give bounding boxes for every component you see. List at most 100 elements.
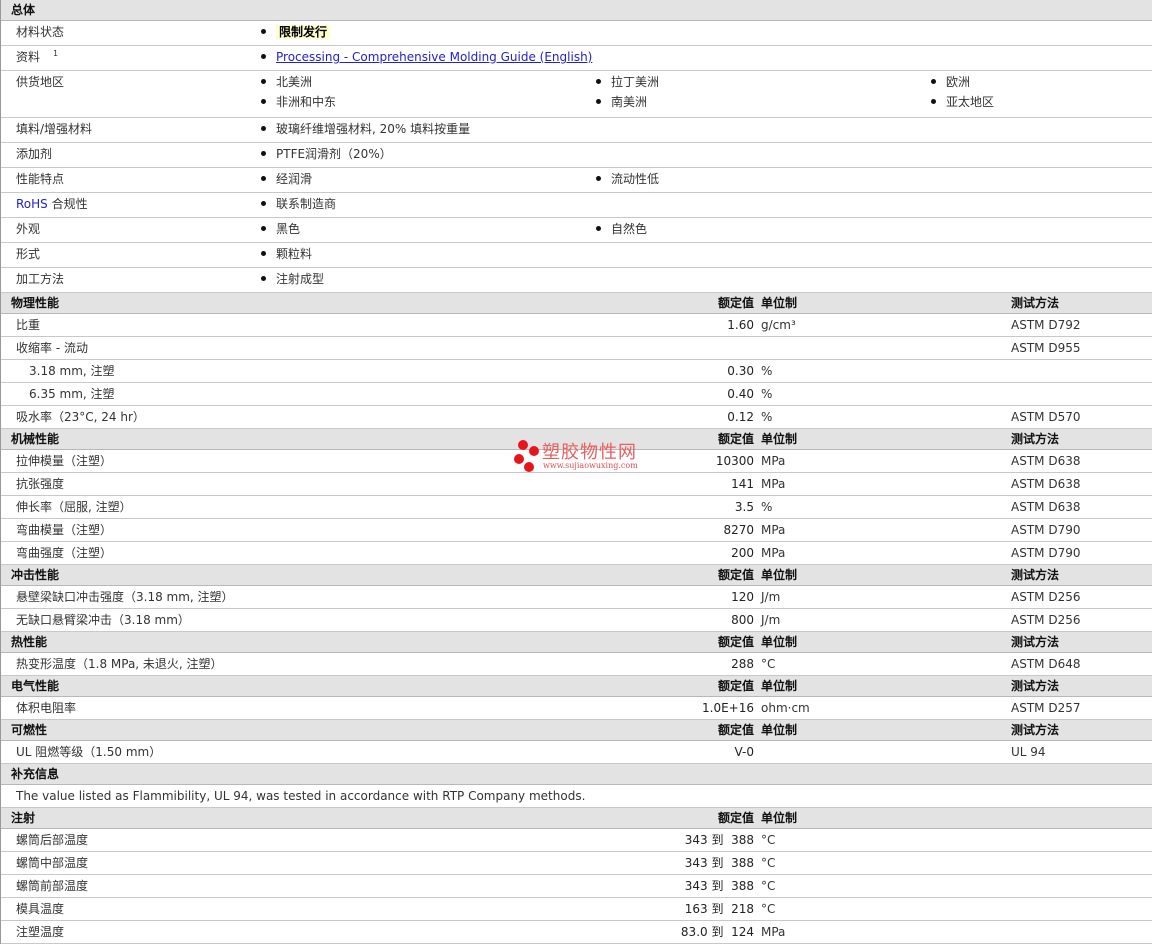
- test-method: ASTM D648: [1011, 657, 1081, 671]
- property-row: 伸长率（屈服, 注塑） 3.5% ASTM D638: [1, 496, 1152, 519]
- property-value: 83.0 到 124: [680, 925, 754, 939]
- property-row: 吸水率（23°C, 24 hr） 0.12% ASTM D570: [1, 406, 1152, 429]
- bullet-item: 颗粒料: [261, 243, 312, 265]
- bullet-item: 限制发行: [261, 21, 331, 43]
- property-unit: MPa: [761, 523, 786, 537]
- section-header: 电气性能 额定值 单位制 测试方法: [1, 676, 1152, 697]
- test-method: ASTM D256: [1011, 590, 1081, 604]
- section-title: 冲击性能: [11, 568, 60, 582]
- property-label: 拉伸模量（注塑）: [16, 454, 113, 468]
- property-unit: MPa: [761, 925, 786, 939]
- bullet-item: 欧洲: [931, 71, 970, 93]
- section-title: 电气性能: [11, 679, 60, 693]
- bullet-item: PTFE润滑剂（20%）: [261, 143, 392, 165]
- column-header-unit: 单位制: [761, 811, 798, 825]
- column-header-unit: 单位制: [761, 635, 798, 649]
- general-row: 添加剂 PTFE润滑剂（20%）: [1, 143, 1152, 168]
- property-row: UL 阻燃等级（1.50 mm） V-0 UL 94: [1, 741, 1152, 764]
- bullet-item: 非洲和中东: [261, 91, 336, 113]
- property-unit: J/m: [761, 590, 781, 604]
- column-header-unit: 单位制: [761, 568, 798, 582]
- property-value: 288: [731, 657, 754, 671]
- property-value: 200: [731, 546, 754, 560]
- property-unit: °C: [761, 856, 776, 870]
- column-header-value: 额定值: [717, 679, 754, 693]
- row-label: 性能特点: [16, 172, 65, 186]
- row-label: 加工方法: [16, 272, 65, 286]
- bullet-text: 限制发行: [276, 25, 331, 39]
- general-row: 资料 1 Processing - Comprehensive Molding Gu…: [1, 46, 1152, 71]
- property-value: V-0: [734, 745, 754, 759]
- bullet-text: 非洲和中东: [276, 95, 337, 109]
- bullet-text: 联系制造商: [276, 197, 337, 211]
- section-title: 可燃性: [11, 723, 48, 737]
- bullet-item: 亚太地区: [931, 91, 994, 113]
- property-row: 弯曲模量（注塑） 8270 MPa ASTM D790: [1, 519, 1152, 542]
- section-title: 注射: [11, 811, 36, 825]
- column-header-test-method: 测试方法: [1011, 568, 1060, 582]
- property-unit: ohm·cm: [761, 701, 810, 715]
- column-header-value: 额定值: [717, 635, 754, 649]
- property-label: 3.18 mm, 注塑: [29, 364, 115, 378]
- section-header: 热性能 额定值 单位制 测试方法: [1, 632, 1152, 653]
- document-link[interactable]: Processing - Comprehensive Molding Guide…: [276, 50, 592, 64]
- bullet-item: 玻璃纤维增强材料, 20% 填料按重量: [261, 118, 470, 140]
- property-value: 800: [731, 613, 754, 627]
- property-value: 343 到 388: [684, 856, 754, 870]
- section-header-general: 总体: [1, 0, 1152, 21]
- property-label: 悬壁梁缺口冲击强度（3.18 mm, 注塑）: [16, 590, 234, 604]
- section-title: 总体: [11, 3, 36, 17]
- general-row: 外观 黑色 自然色: [1, 218, 1152, 243]
- test-method: UL 94: [1011, 745, 1046, 759]
- column-header-value: 额定值: [717, 811, 754, 825]
- bullet-text: 亚太地区: [946, 95, 995, 109]
- bullet-item: 拉丁美洲: [596, 71, 659, 93]
- property-label: 吸水率（23°C, 24 hr）: [16, 410, 145, 424]
- section-title: 补充信息: [11, 767, 60, 781]
- property-value: 0.30: [727, 364, 754, 378]
- property-label: 无缺口悬臂梁冲击（3.18 mm）: [16, 613, 190, 627]
- test-method: ASTM D790: [1011, 523, 1081, 537]
- general-row: 填料/增强材料 玻璃纤维增强材料, 20% 填料按重量: [1, 118, 1152, 143]
- column-header-value: 额定值: [717, 723, 754, 737]
- property-label: 抗张强度: [16, 477, 65, 491]
- property-label: 螺筒前部温度: [16, 879, 89, 893]
- test-method: ASTM D256: [1011, 613, 1081, 627]
- property-row: 注塑温度 83.0 到 124 MPa: [1, 921, 1152, 944]
- column-header-test-method: 测试方法: [1011, 723, 1060, 737]
- section-header: 物理性能 额定值 单位制 测试方法: [1, 293, 1152, 314]
- property-unit: °C: [761, 657, 776, 671]
- row-label: 形式: [16, 247, 41, 261]
- section-title: 机械性能: [11, 432, 60, 446]
- row-label: 资料: [16, 50, 41, 64]
- column-header-unit: 单位制: [761, 723, 798, 737]
- property-row: 无缺口悬臂梁冲击（3.18 mm） 800 J/m ASTM D256: [1, 609, 1152, 632]
- general-row: RoHS 合规性 联系制造商: [1, 193, 1152, 218]
- test-method: ASTM D638: [1011, 454, 1081, 468]
- bullet-text: 自然色: [611, 222, 648, 236]
- property-row: 3.18 mm, 注塑 0.30%: [1, 360, 1152, 383]
- property-unit: %: [761, 410, 773, 424]
- bullet-item: 联系制造商: [261, 193, 336, 215]
- section-header: 可燃性 额定值 单位制 测试方法: [1, 720, 1152, 741]
- column-header-unit: 单位制: [761, 296, 798, 310]
- property-unit: °C: [761, 902, 776, 916]
- property-unit: MPa: [761, 546, 786, 560]
- bullet-text: 北美洲: [276, 75, 313, 89]
- property-value: 0.40: [727, 387, 754, 401]
- bullet-text: 颗粒料: [276, 247, 313, 261]
- property-row: 热变形温度（1.8 MPa, 未退火, 注塑） 288 °C ASTM D648: [1, 653, 1152, 676]
- general-row: 性能特点 经润滑 流动性低: [1, 168, 1152, 193]
- property-value: 343 到 388: [684, 879, 754, 893]
- supplementary-note: The value listed as Flammibility, UL 94,…: [16, 789, 586, 803]
- section-title: 热性能: [11, 635, 48, 649]
- bullet-item: 黑色: [261, 218, 300, 240]
- property-unit: %: [761, 387, 773, 401]
- property-label: 热变形温度（1.8 MPa, 未退火, 注塑）: [16, 657, 223, 671]
- test-method: ASTM D790: [1011, 546, 1081, 560]
- row-label-wrap: 1: [53, 43, 58, 68]
- row-label: 填料/增强材料: [16, 122, 93, 136]
- column-header-unit: 单位制: [761, 679, 798, 693]
- property-value: 163 到 218: [684, 902, 754, 916]
- column-header-value: 额定值: [717, 432, 754, 446]
